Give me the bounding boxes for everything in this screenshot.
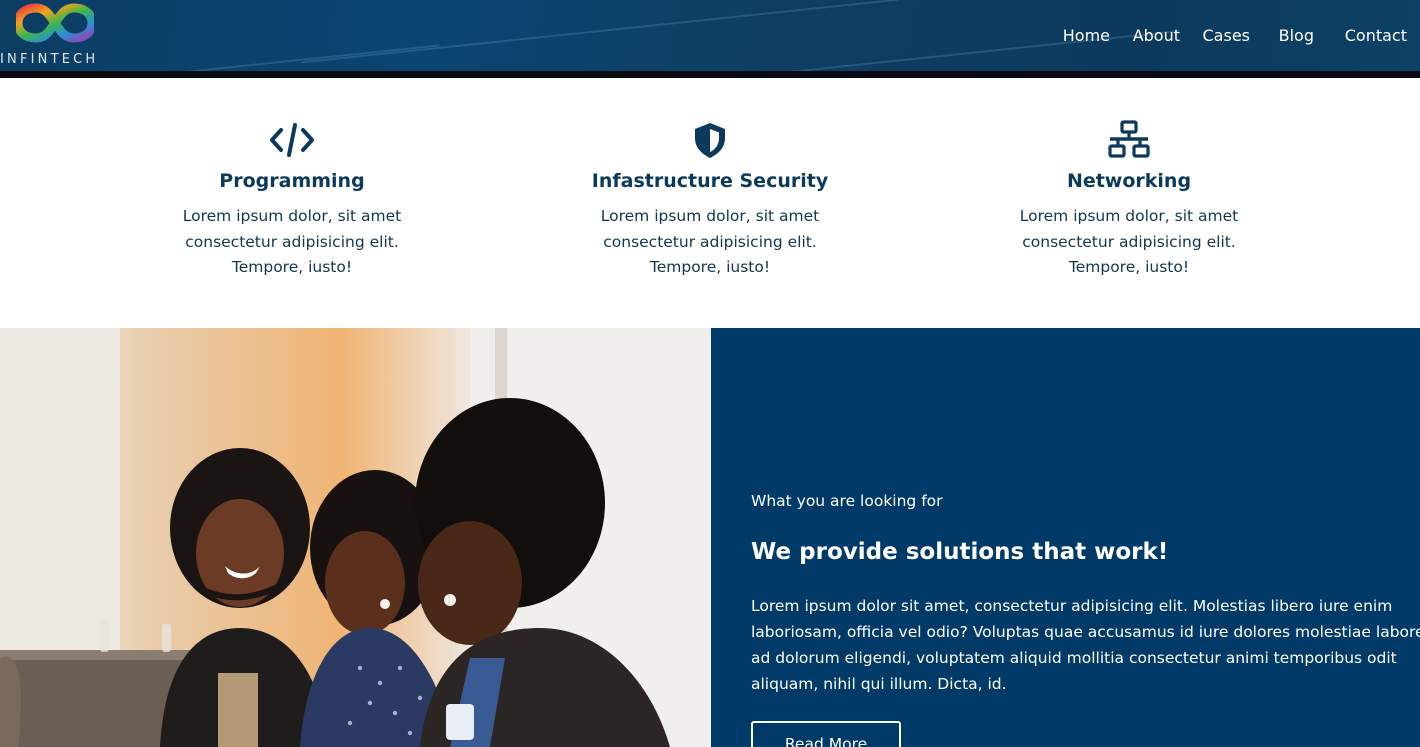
site-header: INFINTECH Home About Cases Blog Contact [0,0,1420,78]
brand-name: INFINTECH [0,52,99,67]
header-background-streak [761,30,1179,76]
code-icon [270,123,314,157]
feature-description: Lorem ipsum dolor, sit amet consectetur … [600,207,820,276]
feature-description: Lorem ipsum dolor, sit amet consectetur … [1019,207,1239,276]
read-more-button[interactable]: Read More [751,721,901,747]
feature-title: Programming [219,170,365,192]
brand-logo[interactable]: INFINTECH [0,0,130,70]
nav-contact[interactable]: Contact [1345,26,1407,45]
nav-cases[interactable]: Cases [1203,26,1251,45]
feature-card-programming: Programming Lorem ipsum dolor, sit amet … [142,118,442,281]
team-meeting-photo [0,328,711,747]
infinity-logo-icon [16,3,94,43]
header-background-streak [301,0,899,64]
feature-description: Lorem ipsum dolor, sit amet consectetur … [182,207,402,276]
feature-title: Networking [1066,170,1192,192]
nav-about[interactable]: About [1133,26,1180,45]
team-meeting-illustration [0,328,711,747]
nav-blog[interactable]: Blog [1279,26,1314,45]
header-background-streak [140,44,440,78]
section-kicker: What you are looking for [751,492,943,510]
section-heading: We provide solutions that work! [751,539,1169,565]
feature-card-security: Infastructure Security Lorem ipsum dolor… [560,118,860,281]
about-panel: What you are looking for We provide solu… [711,328,1420,747]
network-icon [1108,120,1150,158]
nav-home[interactable]: Home [1063,26,1110,45]
feature-title: Infastructure Security [591,170,829,192]
feature-card-networking: Networking Lorem ipsum dolor, sit amet c… [979,118,1279,281]
section-body: Lorem ipsum dolor sit amet, consectetur … [751,597,1420,693]
shield-icon [695,123,725,158]
